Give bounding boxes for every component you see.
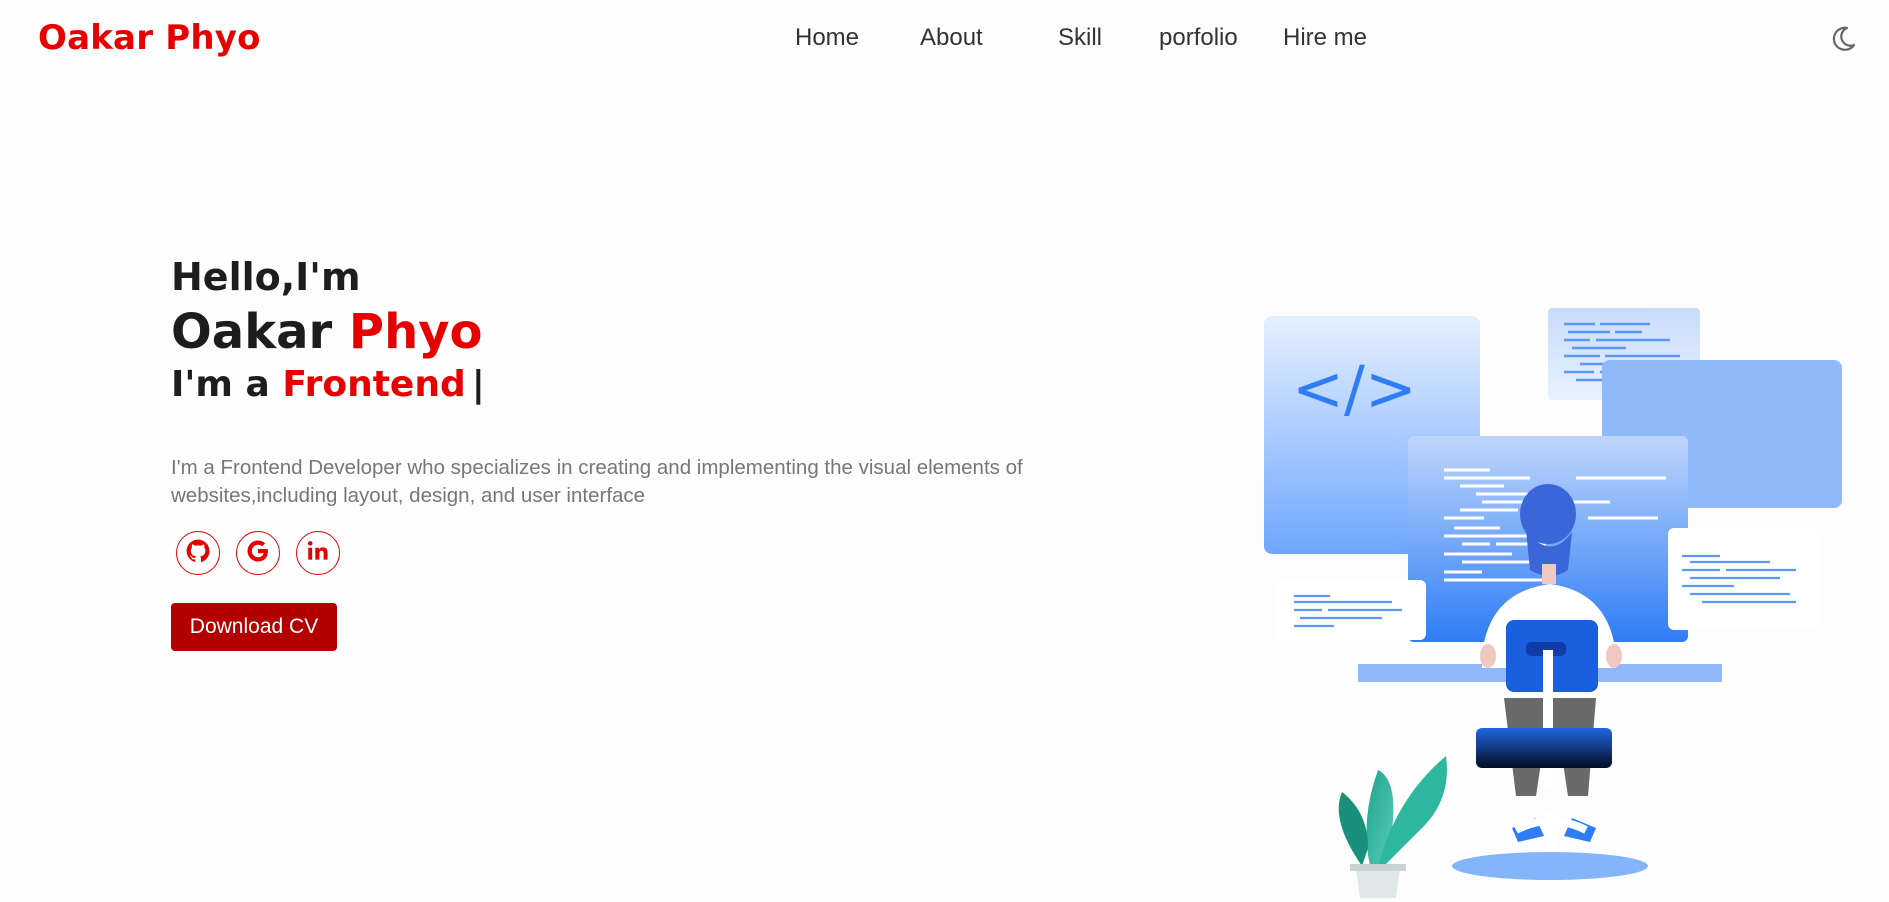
portfolio-page: Oakar Phyo Home About Skill porfolio Hir… <box>0 0 1889 902</box>
github-icon <box>185 538 211 568</box>
first-name: Oakar <box>171 304 333 360</box>
nav-portfolio[interactable]: porfolio <box>1159 24 1238 52</box>
hero-description: I'm a Frontend Developer who specializes… <box>171 456 1023 507</box>
typing-cursor: | <box>471 364 485 405</box>
navbar: Oakar Phyo Home About Skill porfolio Hir… <box>0 0 1889 78</box>
download-cv-button[interactable]: Download CV <box>171 602 337 651</box>
social-links <box>171 530 1131 577</box>
moon-icon[interactable] <box>1828 24 1858 54</box>
nav-hire-me[interactable]: Hire me <box>1283 24 1367 52</box>
github-link[interactable] <box>176 530 220 575</box>
developer-illustration: </> <box>1250 300 1860 900</box>
role-word: Frontend <box>282 364 466 405</box>
google-icon <box>244 537 272 569</box>
greeting-text: Hello,I'm <box>171 255 361 299</box>
google-link[interactable] <box>236 530 280 575</box>
last-name: Phyo <box>348 304 483 360</box>
linkedin-link[interactable] <box>296 530 340 575</box>
linkedin-icon <box>305 538 331 568</box>
role-line: I'm a Frontend | <box>171 362 1131 408</box>
floor-shadow <box>1452 852 1648 880</box>
hero-section: Hello,I'm Oakar Phyo I'm a Frontend | I'm… <box>171 252 1131 651</box>
brand-logo[interactable]: Oakar Phyo <box>38 18 261 58</box>
role-prefix: I'm a <box>171 364 270 405</box>
plant <box>1338 756 1447 898</box>
nav-skill[interactable]: Skill <box>1058 24 1102 52</box>
nav-about[interactable]: About <box>920 24 983 52</box>
nav-home[interactable]: Home <box>795 24 859 52</box>
code-tag-glyph: </> <box>1292 352 1417 425</box>
hero-name: Oakar Phyo <box>171 302 1131 362</box>
illustration-svg: </> <box>1264 308 1842 898</box>
